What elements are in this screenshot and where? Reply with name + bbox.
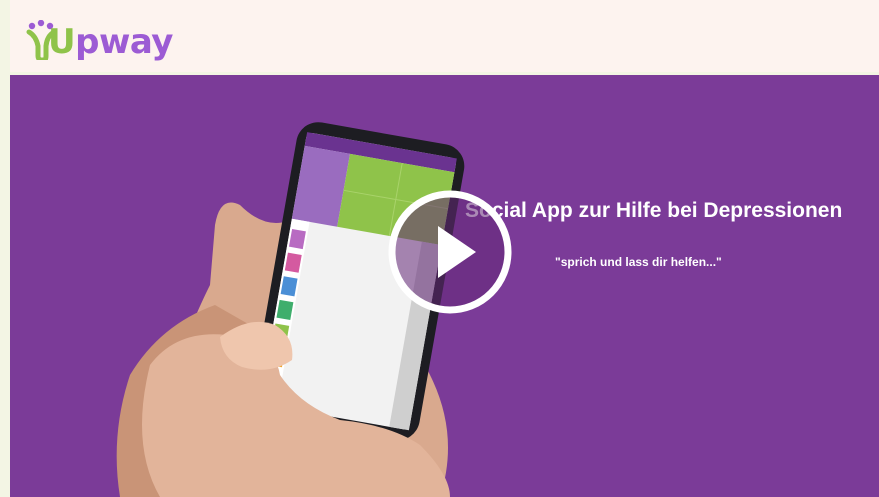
video-subline: "sprich und lass dir helfen..." xyxy=(555,255,722,269)
play-button[interactable] xyxy=(388,190,512,314)
video-headline: Social App zur Hilfe bei Depressionen xyxy=(465,199,843,222)
logo-letters: pway xyxy=(75,22,173,62)
logo-letter-u: U xyxy=(48,22,76,62)
logo-text: Upway xyxy=(48,22,173,62)
video-player[interactable]: Social App zur Hilfe bei Depressionen "s… xyxy=(10,75,879,497)
site-header: Upway xyxy=(10,0,879,72)
